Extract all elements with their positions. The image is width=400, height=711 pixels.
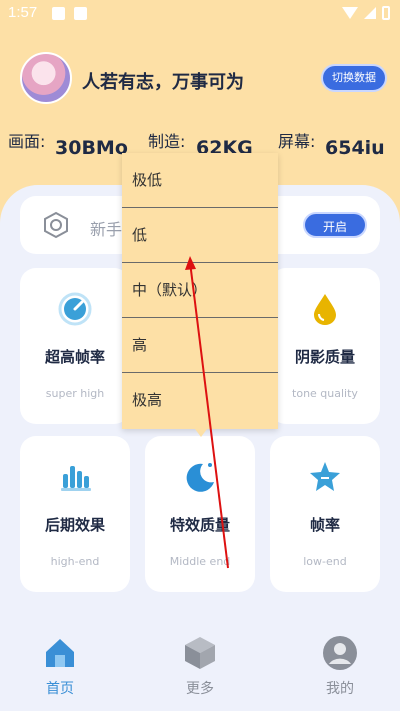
user-icon[interactable] — [322, 635, 358, 671]
star-icon — [310, 462, 340, 491]
battery-icon — [382, 6, 390, 20]
avatar[interactable] — [20, 52, 72, 104]
stat-value-display: 654iu — [325, 137, 385, 159]
card-title-fps: 帧率 — [309, 516, 340, 534]
stat-label-screen: 画面: — [8, 132, 46, 151]
quality-dropdown-menu: 极低 低 中（默认） 高 极高 — [122, 153, 278, 429]
moon-icon — [186, 463, 214, 492]
hexagon-icon — [44, 211, 68, 239]
card-sub-fps: low-end — [303, 555, 347, 568]
home-icon[interactable] — [42, 635, 78, 671]
stat-label-display: 屏幕: — [278, 132, 316, 151]
status-bar: 1:57 — [0, 0, 400, 28]
drop-icon — [314, 294, 336, 325]
dropdown-pointer — [195, 429, 207, 437]
dropdown-option-very-high[interactable]: 极高 — [122, 373, 278, 428]
slogan-text: 人若有志，万事可为 — [82, 72, 244, 93]
bar-chart-icon — [61, 466, 91, 491]
image-notification-icon — [52, 7, 65, 20]
dropdown-option-medium-default[interactable]: 中（默认） — [122, 263, 278, 318]
switch-data-button[interactable]: 切换数据 — [321, 64, 387, 92]
dropdown-option-low[interactable]: 低 — [122, 208, 278, 263]
stat-value-screen: 30BMo — [55, 137, 128, 159]
nav-label-mine[interactable]: 我的 — [310, 678, 370, 698]
card-sub-shadow-quality: tone quality — [292, 387, 358, 400]
status-time: 1:57 — [8, 4, 38, 21]
text-notification-icon — [74, 7, 87, 20]
card-sub-effects-quality: Middle end — [169, 555, 231, 568]
signal-icon — [364, 7, 376, 19]
open-button[interactable]: 开启 — [303, 212, 367, 238]
card-title-effects-quality: 特效质量 — [169, 516, 230, 534]
nav-label-home[interactable]: 首页 — [30, 678, 90, 698]
dropdown-option-high[interactable]: 高 — [122, 318, 278, 373]
card-title-shadow-quality: 阴影质量 — [294, 348, 355, 366]
card-sub-post-effects: high-end — [50, 555, 100, 568]
wifi-icon — [342, 7, 358, 19]
dropdown-option-very-low[interactable]: 极低 — [122, 153, 278, 208]
cube-icon[interactable] — [182, 635, 218, 671]
card-title-post-effects: 后期效果 — [44, 516, 105, 534]
card-title-super-high-fps: 超高帧率 — [44, 348, 105, 366]
mode-text: 新手 — [90, 220, 123, 239]
card-sub-super-high-fps: super high — [45, 387, 105, 400]
nav-label-more[interactable]: 更多 — [170, 678, 230, 698]
speed-gauge-icon — [58, 292, 92, 326]
stat-label-make: 制造: — [148, 132, 186, 151]
